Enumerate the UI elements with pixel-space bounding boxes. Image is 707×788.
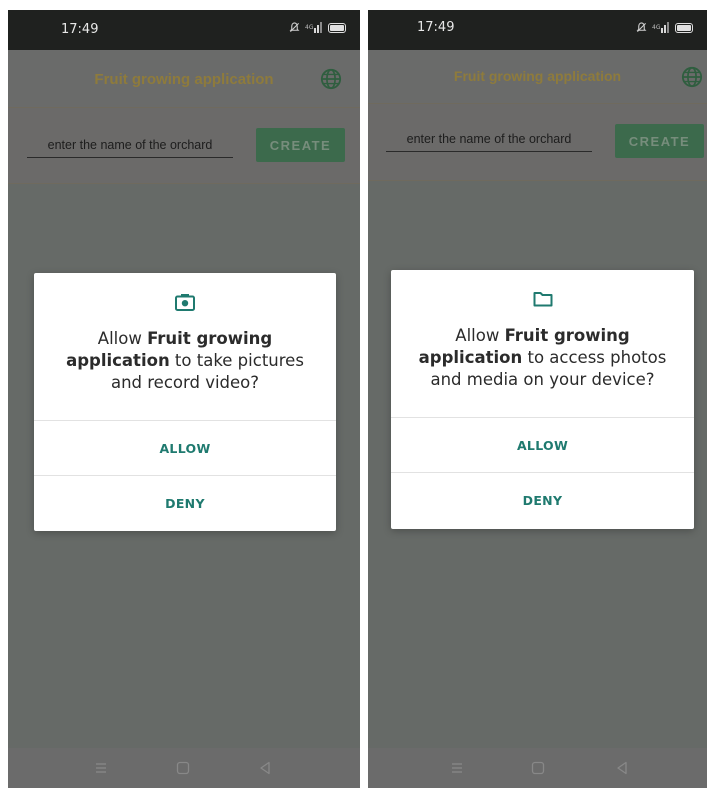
status-bar: 17:49 4G bbox=[368, 10, 707, 50]
permission-dialog: Allow Fruit growing application to take … bbox=[34, 273, 336, 531]
globe-icon[interactable] bbox=[320, 68, 342, 90]
deny-button[interactable]: DENY bbox=[391, 473, 694, 527]
menu-icon[interactable] bbox=[93, 760, 109, 776]
globe-icon[interactable] bbox=[681, 66, 703, 88]
menu-icon[interactable] bbox=[449, 760, 465, 776]
status-icons: 4G bbox=[636, 22, 693, 33]
navigation-bar bbox=[368, 748, 707, 788]
svg-text:4G: 4G bbox=[305, 24, 314, 31]
app-bar: Fruit growing application bbox=[8, 50, 360, 108]
phone-screen-camera-permission: 17:49 4G Fruit growing application CREAT… bbox=[8, 10, 360, 788]
camera-icon bbox=[175, 294, 195, 311]
deny-button[interactable]: DENY bbox=[34, 476, 336, 530]
navigation-bar bbox=[8, 748, 360, 788]
orchard-form: CREATE bbox=[368, 104, 707, 181]
permission-dialog: Allow Fruit growing application to acces… bbox=[391, 270, 694, 529]
message-prefix: Allow bbox=[455, 326, 505, 345]
status-icons: 4G bbox=[289, 22, 346, 33]
signal-icon: 4G bbox=[652, 22, 669, 33]
status-bar: 17:49 4G bbox=[8, 10, 360, 50]
home-icon[interactable] bbox=[175, 760, 191, 776]
battery-icon bbox=[675, 22, 693, 33]
mute-icon bbox=[636, 22, 647, 33]
app-title: Fruit growing application bbox=[453, 68, 622, 84]
orchard-name-input[interactable] bbox=[386, 126, 592, 152]
phone-screen-media-permission: 17:49 4G Fruit growing application CREAT… bbox=[368, 10, 707, 788]
create-button[interactable]: CREATE bbox=[256, 128, 345, 162]
app-title: Fruit growing application bbox=[94, 71, 274, 88]
allow-button[interactable]: ALLOW bbox=[391, 418, 694, 472]
battery-icon bbox=[328, 22, 346, 33]
create-button[interactable]: CREATE bbox=[615, 124, 704, 158]
status-time: 17:49 bbox=[417, 20, 455, 35]
mute-icon bbox=[289, 22, 300, 33]
app-bar: Fruit growing application bbox=[368, 50, 707, 104]
orchard-name-input[interactable] bbox=[27, 132, 233, 158]
orchard-form: CREATE bbox=[8, 108, 360, 184]
folder-icon bbox=[533, 292, 552, 307]
permission-message: Allow Fruit growing application to acces… bbox=[405, 325, 680, 391]
message-prefix: Allow bbox=[97, 329, 148, 348]
home-icon[interactable] bbox=[530, 760, 546, 776]
status-time: 17:49 bbox=[61, 22, 99, 37]
svg-text:4G: 4G bbox=[652, 24, 661, 31]
permission-message: Allow Fruit growing application to take … bbox=[48, 328, 322, 394]
allow-button[interactable]: ALLOW bbox=[34, 421, 336, 475]
back-icon[interactable] bbox=[614, 760, 630, 776]
back-icon[interactable] bbox=[257, 760, 273, 776]
signal-icon: 4G bbox=[305, 22, 322, 33]
